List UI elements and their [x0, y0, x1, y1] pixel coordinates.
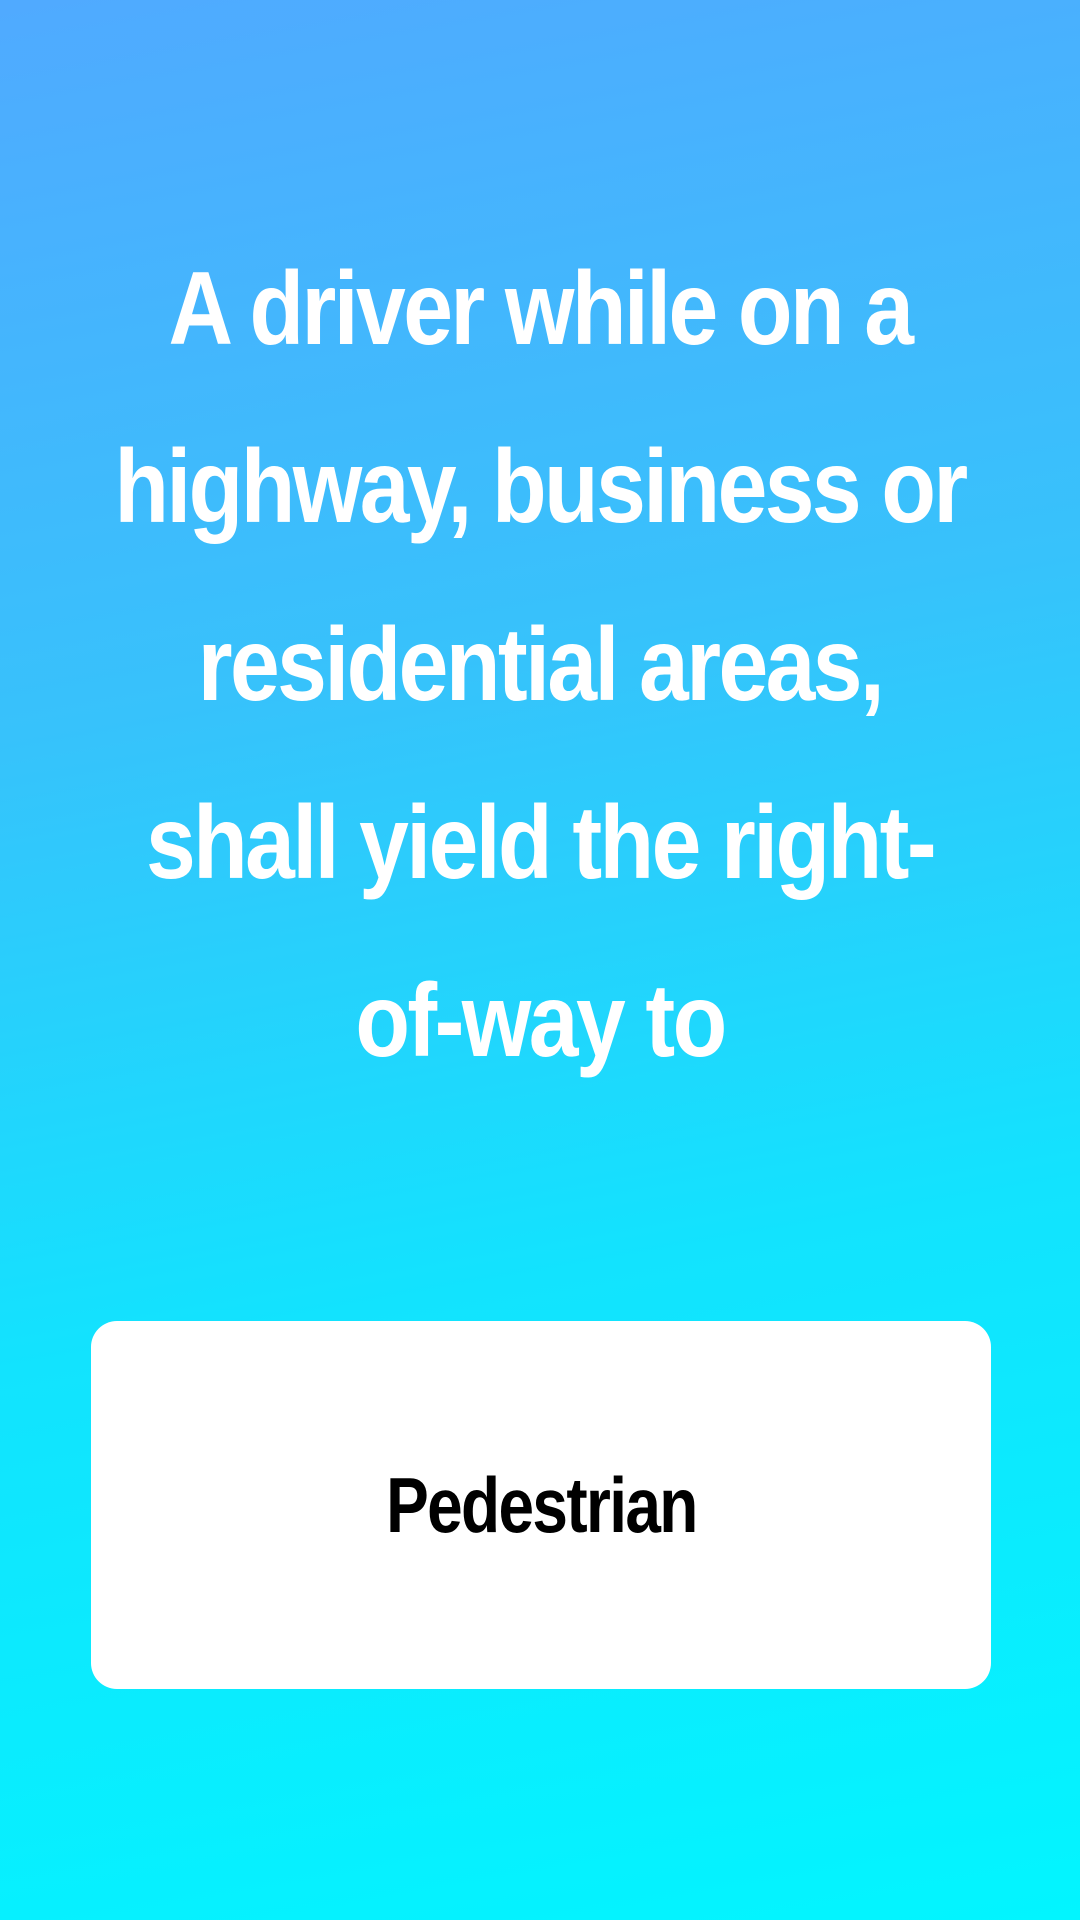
question-text: A driver while on a highway, business or…: [114, 251, 968, 1079]
answer-card[interactable]: Pedestrian: [91, 1321, 991, 1689]
answer-label: Pedestrian: [385, 1460, 698, 1549]
